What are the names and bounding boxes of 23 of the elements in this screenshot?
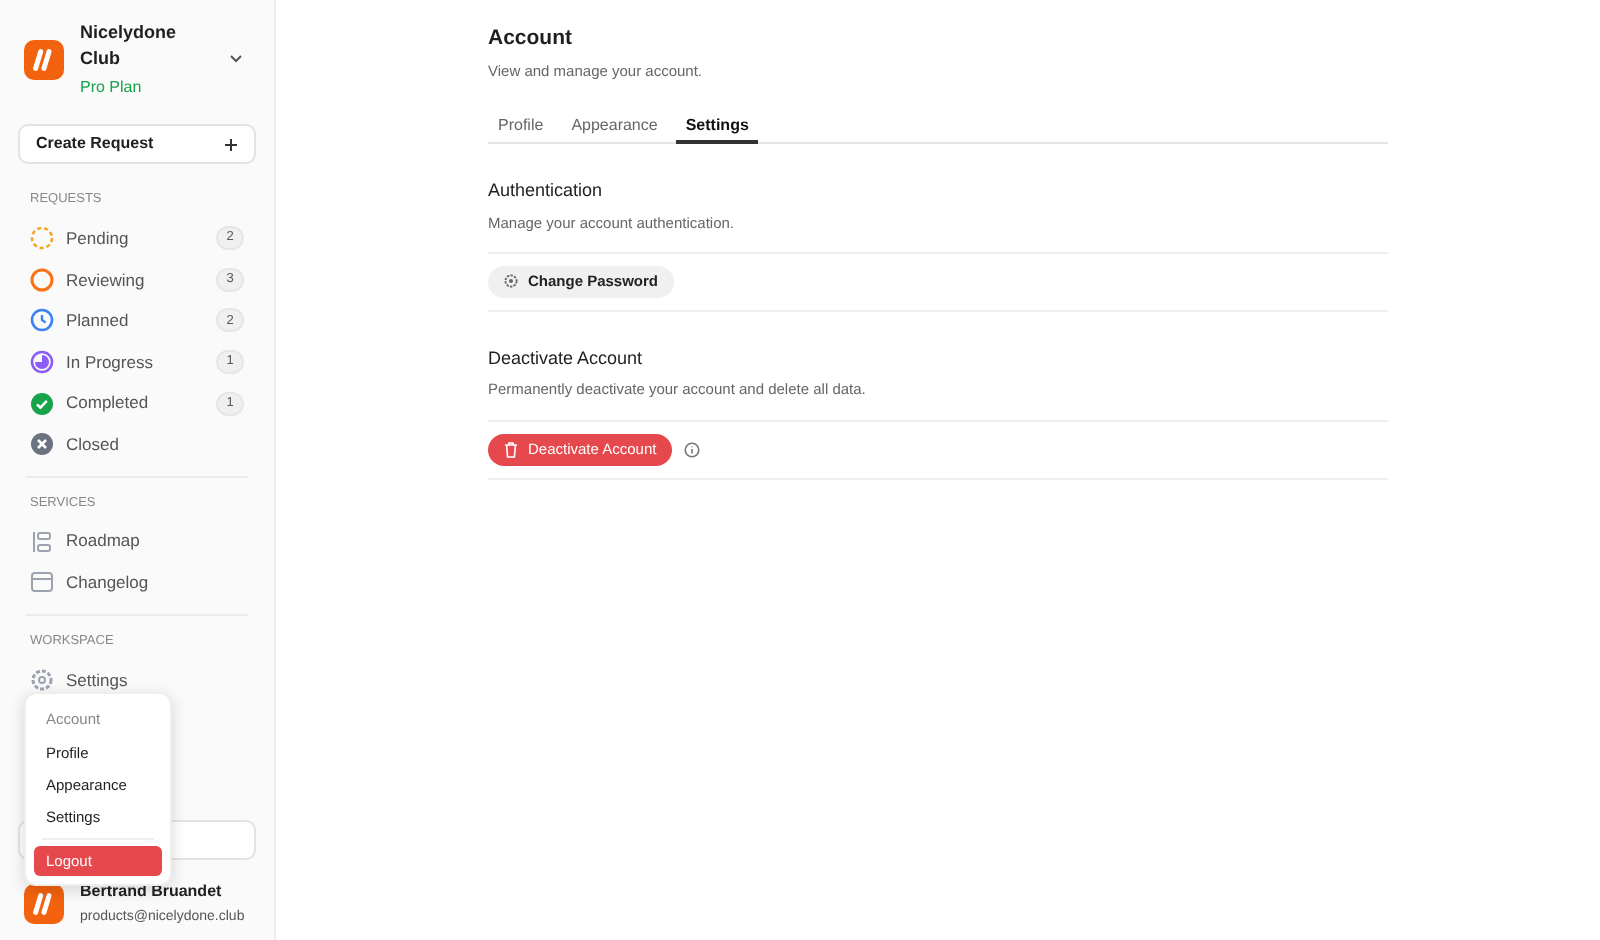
plus-icon (224, 137, 238, 151)
page-title: Account (488, 24, 574, 54)
sidebar-item[interactable]: Changelog (18, 562, 256, 604)
gear-icon (504, 274, 518, 289)
user-name: Bertrand Bruandet (80, 879, 224, 903)
tab[interactable]: Profile (488, 110, 554, 144)
section-title: Deactivate Account (488, 345, 645, 372)
calendar-icon (30, 570, 54, 595)
section-title: Authentication (488, 178, 605, 204)
sidebar-item[interactable]: Roadmap (18, 521, 256, 563)
tab[interactable]: Appearance (561, 110, 668, 144)
roadmap-icon (30, 529, 54, 554)
sidebar-item[interactable]: Settings (18, 659, 256, 701)
plan-label: Pro Plan (80, 76, 144, 100)
sidebar-item[interactable]: Closed (18, 423, 256, 466)
create-request-button[interactable]: Create Request (18, 124, 256, 164)
trash-icon (504, 441, 518, 457)
tab[interactable]: Settings (675, 110, 759, 144)
info-icon[interactable] (684, 441, 701, 457)
workspace-name: Nicelydone Club (80, 20, 179, 72)
chevron-down-icon[interactable] (228, 50, 244, 66)
settings-icon (30, 668, 54, 693)
logo-icon (24, 40, 64, 80)
